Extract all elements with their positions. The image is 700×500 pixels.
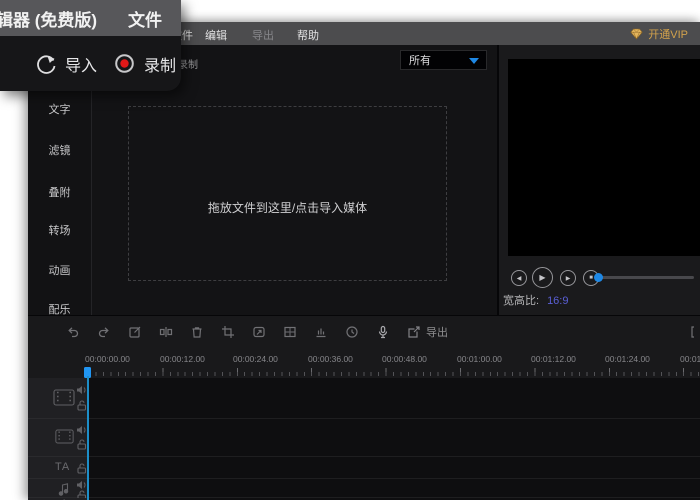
import-icon — [35, 53, 56, 74]
aspect-ratio-value[interactable]: 16:9 — [547, 295, 568, 307]
timeline-section: 导出 00:00:00.00 00:00:12.00 00:00:24.00 0… — [28, 315, 700, 500]
preview-panel: ◀ ▶ ▶ ■ 宽高比:16:9 — [499, 45, 700, 315]
import-label: 导入 — [65, 52, 97, 76]
ruler-label: 00:01:12.00 — [531, 354, 576, 364]
track-header-video-2 — [28, 419, 88, 457]
split-icon[interactable] — [159, 325, 173, 339]
export-label: 导出 — [426, 324, 448, 340]
speaker-icon[interactable] — [76, 480, 87, 490]
lock-icon[interactable] — [77, 463, 87, 474]
overlay-title-bar: 辑器 (免费版) 文件 — [0, 0, 181, 36]
sidebar-item-transitions[interactable]: 转场 — [28, 222, 91, 238]
app-title: 辑器 (免费版) — [0, 6, 97, 31]
upgrade-vip-button[interactable]: 开通VIP — [630, 22, 688, 45]
sidebar-item-text[interactable]: 文字 — [28, 101, 91, 117]
ruler-label: 00:01:24.00 — [605, 354, 650, 364]
record-label: 录制 — [144, 52, 176, 76]
film-icon — [55, 429, 74, 444]
ruler-label: 00:00:48.00 — [382, 354, 427, 364]
app-window: 文件 编辑 导出 帮助 开通VIP 文字 滤镜 叠附 转场 动画 配乐 录制 所… — [28, 22, 700, 500]
aspect-ratio-label: 宽高比: — [503, 295, 539, 307]
film-icon — [53, 389, 75, 406]
seek-slider[interactable] — [598, 276, 694, 279]
ruler-minor-ticks — [88, 372, 700, 376]
menu-help[interactable]: 帮助 — [297, 27, 319, 43]
media-filter-value: 所有 — [409, 52, 431, 68]
track-header-text: TA — [28, 457, 88, 479]
ruler-label: 00:00:36.00 — [308, 354, 353, 364]
speaker-icon[interactable] — [76, 385, 87, 395]
sidebar-item-overlays[interactable]: 叠附 — [28, 184, 91, 200]
text-track-icon: TA — [55, 461, 70, 473]
lock-icon[interactable] — [77, 400, 87, 411]
tab-record[interactable]: 录制 — [178, 56, 198, 71]
export-icon — [407, 325, 421, 339]
track-lane-video-1[interactable] — [88, 378, 700, 419]
sidebar-item-animation[interactable]: 动画 — [28, 262, 91, 278]
track-list: TA — [28, 378, 700, 500]
edit-icon[interactable] — [128, 325, 142, 339]
track-lane-text[interactable] — [88, 457, 700, 479]
zoom-canvas-icon[interactable] — [252, 325, 266, 339]
track-text: TA — [28, 457, 700, 479]
vip-label: 开通VIP — [648, 26, 688, 42]
title-menu-overlay: 辑器 (免费版) 文件 导入 录制 — [0, 0, 181, 91]
media-filter-dropdown[interactable]: 所有 — [400, 50, 487, 70]
record-button[interactable]: 录制 — [114, 52, 176, 76]
ruler-label: 00:01:00.00 — [457, 354, 502, 364]
track-header-video-1 — [28, 378, 88, 419]
track-music — [28, 479, 700, 498]
delete-icon[interactable] — [190, 325, 204, 339]
undo-icon[interactable] — [66, 325, 80, 339]
chevron-down-icon — [469, 58, 479, 64]
play-button[interactable]: ▶ — [532, 267, 553, 288]
volume-levels-icon[interactable] — [314, 325, 328, 339]
microphone-icon[interactable] — [376, 325, 390, 339]
previous-frame-button[interactable]: ◀ — [511, 270, 527, 286]
ruler-label: 00:01:36.00 — [680, 354, 700, 364]
ruler-label: 00:00:24.00 — [233, 354, 278, 364]
dropzone-hint: 拖放文件到这里/点击导入媒体 — [208, 199, 367, 216]
lock-icon[interactable] — [77, 439, 87, 450]
overlay-menu-file[interactable]: 文件 — [128, 6, 162, 31]
playhead-line — [87, 376, 89, 500]
timeline-fit-icon[interactable] — [690, 325, 700, 339]
speaker-icon[interactable] — [76, 425, 87, 435]
ruler-label: 00:00:00.00 — [85, 354, 130, 364]
track-lane-music[interactable] — [88, 479, 700, 498]
menu-edit[interactable]: 编辑 — [205, 27, 227, 43]
redo-icon[interactable] — [97, 325, 111, 339]
duration-icon[interactable] — [345, 325, 359, 339]
music-note-icon — [58, 482, 70, 496]
video-preview — [508, 59, 700, 256]
export-button[interactable]: 导出 — [407, 324, 448, 340]
crop-icon[interactable] — [221, 325, 235, 339]
next-frame-button[interactable]: ▶ — [560, 270, 576, 286]
menu-export[interactable]: 导出 — [252, 27, 274, 43]
mosaic-icon[interactable] — [283, 325, 297, 339]
track-video-2 — [28, 419, 700, 457]
import-button[interactable]: 导入 — [35, 52, 97, 76]
track-header-music — [28, 479, 88, 498]
import-dropzone[interactable]: 拖放文件到这里/点击导入媒体 — [128, 106, 447, 281]
vip-diamond-icon — [630, 28, 643, 40]
ruler-label: 00:00:12.00 — [160, 354, 205, 364]
sidebar-item-filters[interactable]: 滤镜 — [28, 142, 91, 158]
track-lane-video-2[interactable] — [88, 419, 700, 457]
seek-slider-handle[interactable] — [594, 273, 603, 282]
timeline-toolbar: 导出 — [28, 316, 700, 348]
timeline-ruler[interactable]: 00:00:00.00 00:00:12.00 00:00:24.00 00:0… — [28, 348, 700, 378]
track-video-1 — [28, 378, 700, 419]
record-icon — [114, 53, 135, 74]
overlay-actions: 导入 录制 — [0, 36, 181, 91]
